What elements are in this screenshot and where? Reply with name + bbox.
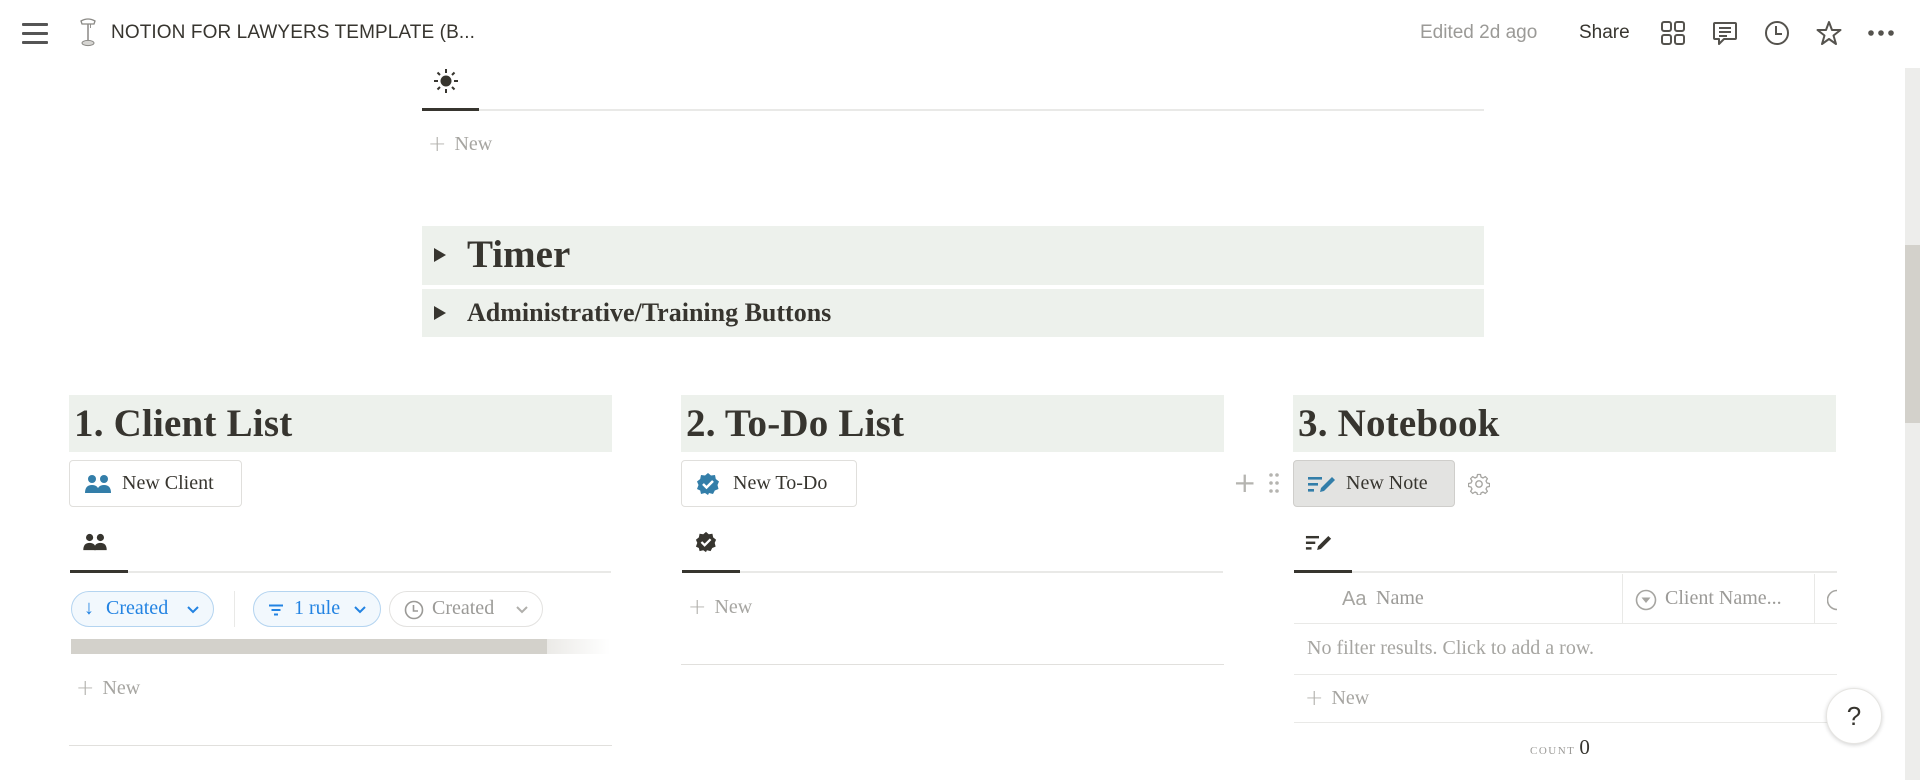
help-button[interactable]: ? (1826, 688, 1882, 744)
toggle-triangle-icon[interactable] (434, 248, 446, 262)
more-icon[interactable] (1867, 19, 1895, 47)
sun-icon[interactable] (433, 68, 459, 94)
filter-chip[interactable]: 1 rule (253, 591, 381, 627)
new-todo-row-button[interactable]: + New (688, 595, 752, 620)
chip-label: 1 rule (294, 597, 341, 619)
active-view-indicator (422, 108, 479, 111)
toggle-timer[interactable]: Timer (422, 226, 1484, 285)
notebook-heading: 3. Notebook (1293, 395, 1836, 452)
star-icon[interactable] (1815, 19, 1843, 47)
partial-column-icon (1827, 589, 1837, 611)
section-divider (69, 745, 612, 746)
section-divider (681, 664, 1224, 665)
new-label: New (102, 677, 141, 699)
new-label: New (714, 596, 753, 618)
desk-lamp-icon (80, 18, 96, 47)
column-header-client-name[interactable]: Client Name... (1623, 574, 1814, 623)
page-title[interactable]: NOTION FOR LAWYERS TEMPLATE (B... (111, 22, 475, 44)
plus-icon: + (1305, 686, 1324, 711)
toggle-admin-training-buttons[interactable]: Administrative/Training Buttons (422, 289, 1484, 337)
new-todo-button[interactable]: New To-Do (681, 460, 857, 507)
plus-icon: + (76, 676, 95, 701)
view-tabs-divider (1294, 571, 1837, 573)
scrollbar-track[interactable] (1905, 68, 1920, 780)
loading-placeholder-bar (71, 639, 547, 654)
count-value: 0 (1579, 735, 1590, 759)
new-note-button[interactable]: New Note (1293, 460, 1455, 507)
column-header-name[interactable]: Aa Name (1294, 574, 1622, 623)
comment-icon[interactable] (1711, 19, 1739, 47)
active-view-indicator (1294, 570, 1352, 573)
help-question-icon: ? (1846, 701, 1862, 731)
button-label: New To-Do (733, 472, 828, 494)
view-tabs-divider (70, 571, 611, 573)
verified-check-icon[interactable] (695, 531, 717, 553)
heading-text: 1. Client List (74, 402, 293, 445)
share-button[interactable]: Share (1579, 22, 1630, 44)
column-label: Client Name... (1665, 587, 1782, 609)
note-edit-icon[interactable] (1305, 533, 1333, 552)
note-edit-icon (1308, 477, 1335, 492)
plus-icon: + (428, 132, 447, 157)
created-property-chip[interactable]: Created (389, 591, 543, 627)
people-icon (85, 475, 111, 493)
row-divider (1294, 722, 1837, 723)
loading-placeholder-fade (547, 639, 610, 654)
button-label: New Client (122, 472, 214, 494)
empty-table-message[interactable]: No filter results. Click to add a row. (1307, 637, 1594, 660)
chip-label: Created (432, 597, 495, 619)
new-label: New (454, 133, 493, 155)
new-client-button[interactable]: New Client (69, 460, 242, 507)
new-note-row-button[interactable]: + New (1305, 686, 1369, 711)
toggle-label: Administrative/Training Buttons (467, 298, 832, 327)
count-label: COUNT (1530, 742, 1576, 758)
column-divider (1814, 574, 1815, 623)
add-block-plus-icon[interactable]: + (1233, 469, 1256, 497)
arrow-down-icon: ↓ (84, 597, 94, 619)
client-list-heading: 1. Client List (69, 395, 612, 452)
active-view-indicator (70, 570, 128, 573)
clock-icon (404, 600, 424, 620)
row-divider (1294, 674, 1837, 675)
chevron-down-icon (516, 606, 528, 614)
todo-list-heading: 2. To-Do List (681, 395, 1224, 452)
clock-history-icon[interactable] (1763, 19, 1791, 47)
sort-chip[interactable]: ↓ Created (71, 591, 214, 627)
drag-handle-icon[interactable] (1268, 472, 1280, 494)
top-bar: NOTION FOR LAWYERS TEMPLATE (B... Edited… (0, 0, 1920, 66)
chevron-down-icon (187, 606, 199, 614)
scrollbar-thumb[interactable] (1905, 245, 1920, 423)
toggle-triangle-icon[interactable] (434, 306, 446, 320)
new-label: New (1331, 687, 1370, 709)
plus-icon: + (688, 595, 707, 620)
count-summary[interactable]: COUNT 0 (1530, 735, 1590, 760)
filter-icon (269, 604, 283, 616)
column-label: Name (1376, 587, 1424, 609)
toggle-label: Timer (467, 233, 571, 276)
view-tabs-divider (422, 109, 1484, 111)
last-edited-text: Edited 2d ago (1420, 22, 1538, 43)
heading-text: 3. Notebook (1298, 402, 1500, 445)
verified-check-icon (697, 473, 719, 495)
heading-text: 2. To-Do List (686, 402, 905, 445)
chevron-down-icon (354, 606, 366, 614)
people-icon[interactable] (82, 533, 108, 551)
layout-grid-icon[interactable] (1659, 19, 1687, 47)
new-client-row-button[interactable]: + New (76, 676, 140, 701)
chip-label: Created (106, 597, 169, 619)
table-header-divider (1294, 623, 1837, 624)
text-type-icon: Aa (1342, 588, 1367, 610)
active-view-indicator (682, 570, 740, 573)
view-tabs-divider (682, 571, 1223, 573)
select-icon (1635, 589, 1657, 611)
new-item-button[interactable]: + New (428, 132, 492, 157)
gear-icon[interactable] (1468, 473, 1490, 495)
hamburger-menu-icon[interactable] (22, 22, 48, 44)
button-label: New Note (1346, 472, 1428, 494)
chip-divider (234, 591, 235, 627)
